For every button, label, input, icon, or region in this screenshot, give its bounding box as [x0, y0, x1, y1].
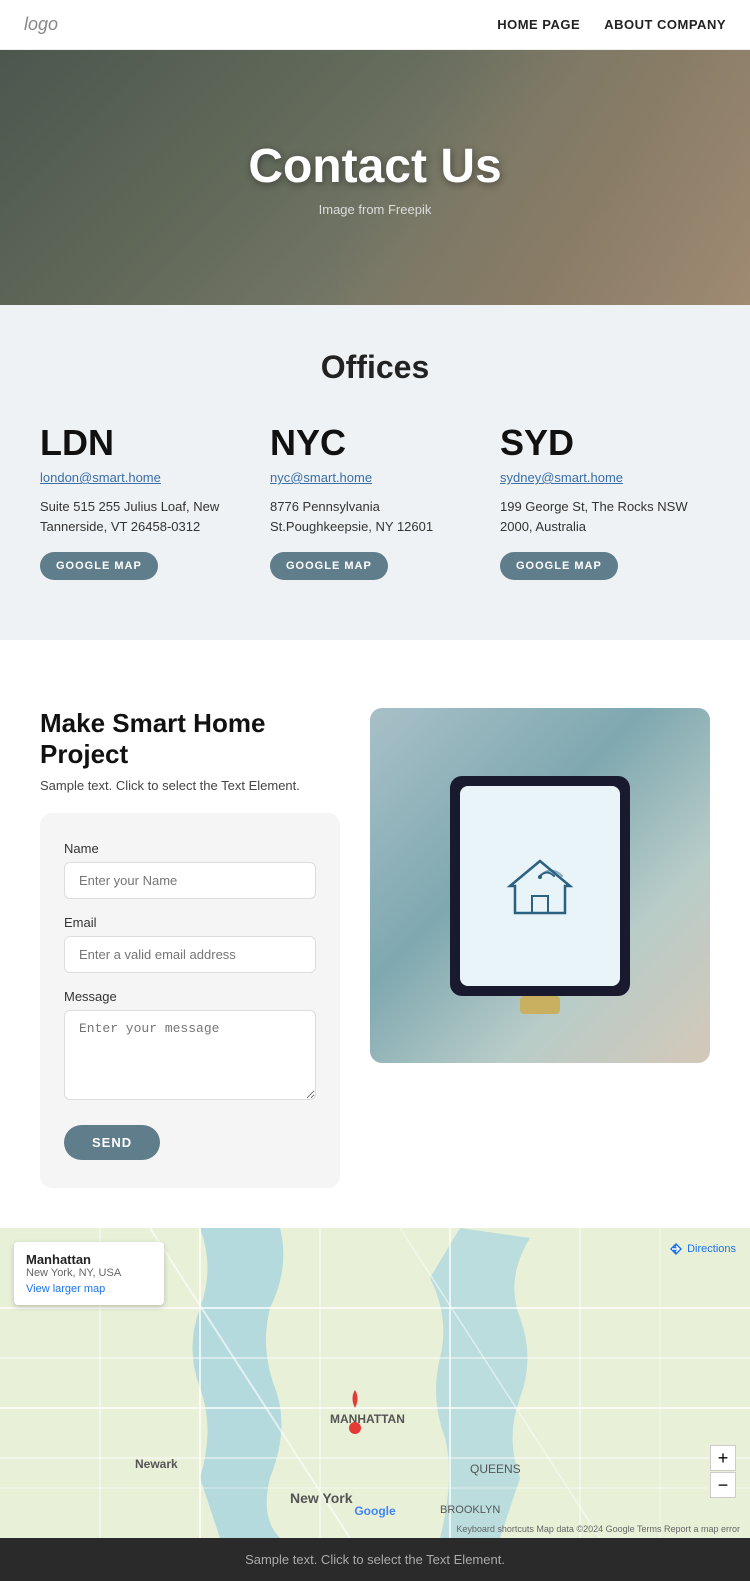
email-input[interactable]	[64, 936, 316, 973]
zoom-out-button[interactable]: −	[710, 1472, 736, 1498]
offices-grid: LDN london@smart.home Suite 515 255 Juli…	[40, 422, 710, 580]
smart-home-icon	[495, 841, 585, 931]
tablet-stand	[520, 996, 560, 1014]
spacer	[0, 640, 750, 688]
hero-title: Contact Us	[248, 139, 501, 194]
office-card-ldn: LDN london@smart.home Suite 515 255 Juli…	[40, 422, 250, 580]
map-location-sub: New York, NY, USA	[26, 1267, 152, 1279]
google-map-btn-syd[interactable]: GOOGLE MAP	[500, 552, 618, 580]
send-button[interactable]: SEND	[64, 1125, 160, 1160]
office-city-ldn: LDN	[40, 422, 250, 464]
office-address-nyc: 8776 Pennsylvania St.Poughkeepsie, NY 12…	[270, 497, 480, 536]
office-address-syd: 199 George St, The Rocks NSW 2000, Austr…	[500, 497, 710, 536]
map-larger-link[interactable]: View larger map	[26, 1283, 152, 1295]
form-description: Sample text. Click to select the Text El…	[40, 778, 340, 793]
form-left: Make Smart Home Project Sample text. Cli…	[40, 708, 340, 1188]
navbar: logo HOME PAGE ABOUT COMPANY	[0, 0, 750, 50]
map-section[interactable]: MANHATTAN New York QUEENS BROOKLYN Newar…	[0, 1228, 750, 1538]
svg-text:New York: New York	[290, 1490, 353, 1506]
nav-links: HOME PAGE ABOUT COMPANY	[497, 17, 726, 32]
svg-text:BROOKLYN: BROOKLYN	[440, 1504, 500, 1516]
svg-text:QUEENS: QUEENS	[470, 1462, 521, 1476]
office-city-syd: SYD	[500, 422, 710, 464]
tablet-screen	[460, 786, 620, 986]
nav-home-page[interactable]: HOME PAGE	[497, 17, 580, 32]
email-label: Email	[64, 915, 316, 930]
office-email-syd[interactable]: sydney@smart.home	[500, 470, 710, 485]
directions-icon	[669, 1242, 683, 1256]
tablet-illustration	[450, 776, 630, 996]
message-input[interactable]	[64, 1010, 316, 1100]
logo: logo	[24, 14, 58, 35]
office-email-nyc[interactable]: nyc@smart.home	[270, 470, 480, 485]
office-city-nyc: NYC	[270, 422, 480, 464]
map-zoom-controls: + −	[710, 1445, 736, 1498]
office-card-syd: SYD sydney@smart.home 199 George St, The…	[500, 422, 710, 580]
svg-text:MANHATTAN: MANHATTAN	[330, 1412, 405, 1426]
nav-about-company[interactable]: ABOUT COMPANY	[604, 17, 726, 32]
offices-section: Offices LDN london@smart.home Suite 515 …	[0, 305, 750, 640]
message-label: Message	[64, 989, 316, 1004]
google-logo: Google	[354, 1504, 395, 1518]
name-label: Name	[64, 841, 316, 856]
footer: Sample text. Click to select the Text El…	[0, 1538, 750, 1581]
directions-label: Directions	[687, 1243, 736, 1255]
email-field-group: Email	[64, 915, 316, 973]
google-map-btn-ldn[interactable]: GOOGLE MAP	[40, 552, 158, 580]
map-attribution: Keyboard shortcuts Map data ©2024 Google…	[456, 1524, 740, 1534]
hero-section: Contact Us Image from Freepik	[0, 50, 750, 305]
form-card: Name Email Message SEND	[40, 813, 340, 1188]
hero-subtitle: Image from Freepik	[319, 202, 432, 217]
offices-title: Offices	[40, 349, 710, 386]
office-address-ldn: Suite 515 255 Julius Loaf, New Tannersid…	[40, 497, 250, 536]
form-title: Make Smart Home Project	[40, 708, 340, 770]
office-card-nyc: NYC nyc@smart.home 8776 Pennsylvania St.…	[270, 422, 480, 580]
svg-text:Newark: Newark	[135, 1457, 178, 1471]
form-section: Make Smart Home Project Sample text. Cli…	[0, 688, 750, 1228]
message-field-group: Message	[64, 989, 316, 1105]
map-background: MANHATTAN New York QUEENS BROOKLYN Newar…	[0, 1228, 750, 1538]
map-location-title: Manhattan	[26, 1252, 152, 1267]
name-field-group: Name	[64, 841, 316, 899]
form-image	[370, 708, 710, 1063]
office-email-ldn[interactable]: london@smart.home	[40, 470, 250, 485]
map-info-box: Manhattan New York, NY, USA View larger …	[14, 1242, 164, 1305]
footer-text: Sample text. Click to select the Text El…	[14, 1552, 736, 1567]
name-input[interactable]	[64, 862, 316, 899]
zoom-in-button[interactable]: +	[710, 1445, 736, 1471]
map-directions[interactable]: Directions	[669, 1242, 736, 1256]
google-map-btn-nyc[interactable]: GOOGLE MAP	[270, 552, 388, 580]
